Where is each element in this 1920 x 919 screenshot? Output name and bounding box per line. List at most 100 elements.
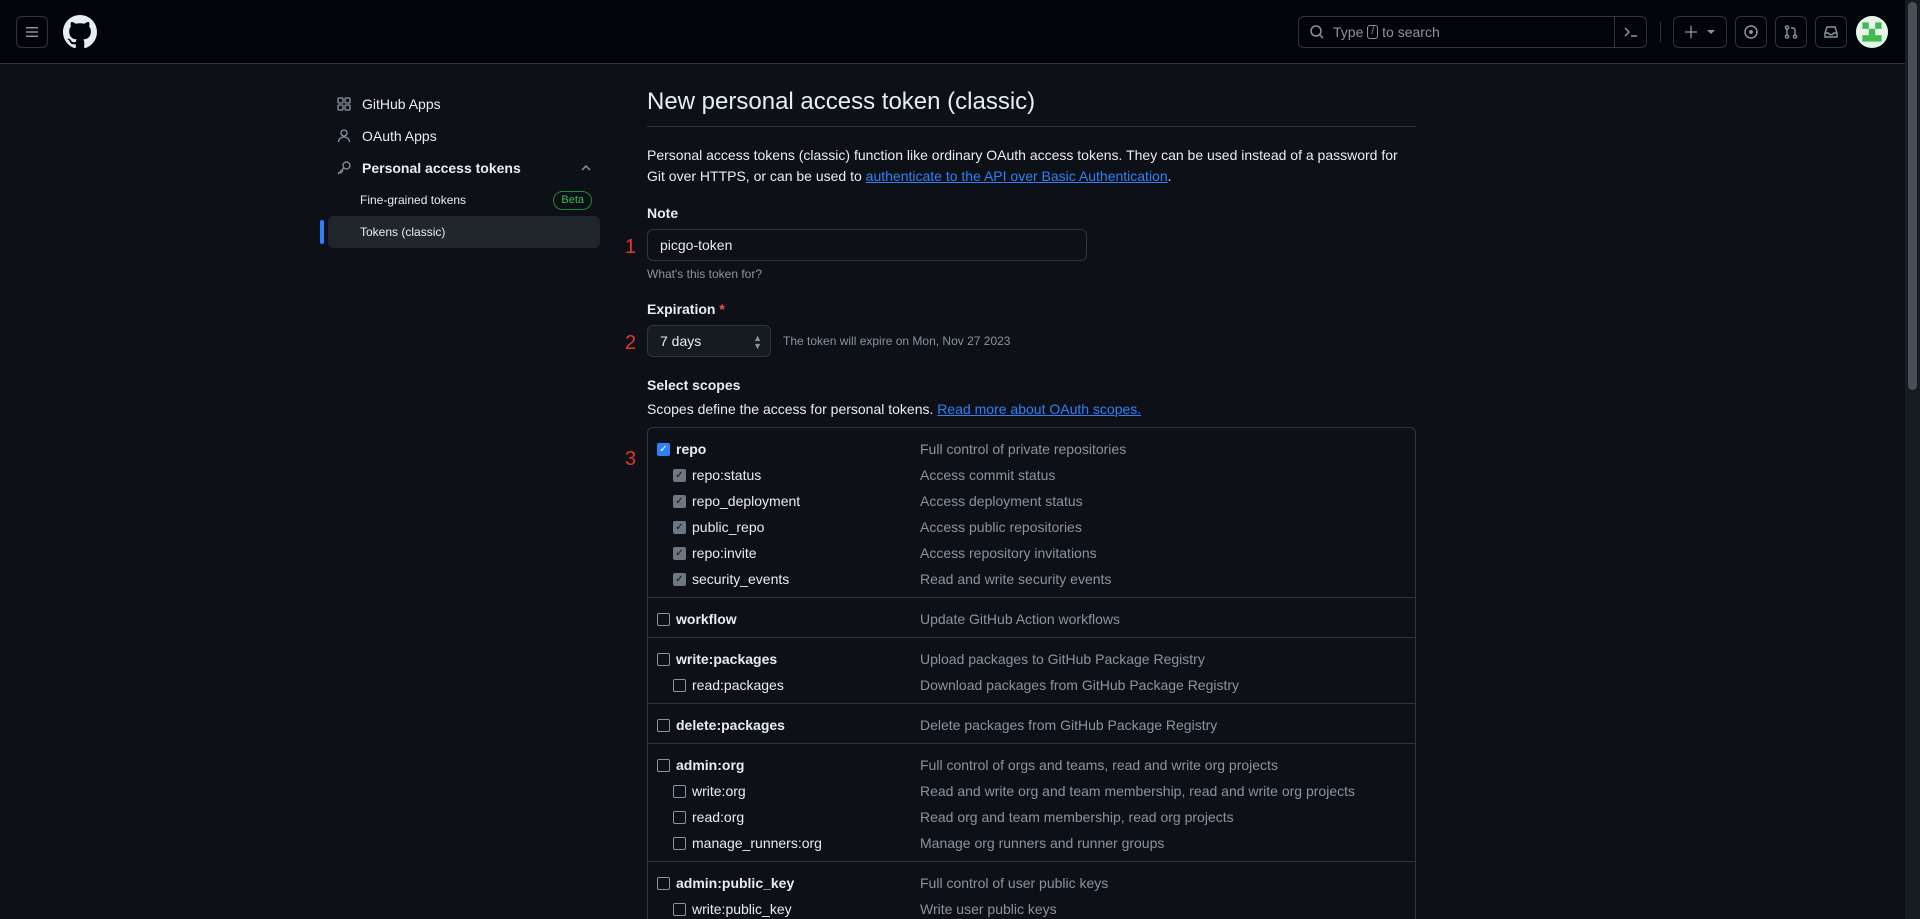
scope-row[interactable]: ✓ repo_deployment Access deployment status — [648, 488, 1415, 514]
search-placeholder-post: to search — [1382, 24, 1440, 40]
scope-checkbox[interactable]: ✓ — [673, 521, 686, 534]
scope-row[interactable]: write:packages Upload packages to GitHub … — [648, 646, 1415, 672]
command-palette-icon[interactable] — [1614, 17, 1646, 47]
scope-row[interactable]: ✓ public_repo Access public repositories — [648, 514, 1415, 540]
scope-checkbox[interactable]: ✓ — [673, 469, 686, 482]
scrollbar-thumb[interactable] — [1908, 2, 1917, 390]
chevron-up-icon[interactable] — [580, 161, 592, 177]
plus-icon — [1684, 25, 1698, 39]
active-indicator — [320, 220, 324, 244]
scope-row[interactable]: manage_runners:org Manage org runners and… — [648, 830, 1415, 856]
sidebar-subitem-label: Fine-grained tokens — [360, 193, 467, 207]
annotation-number-3: 3 — [625, 448, 637, 470]
scope-group: ✓ repo Full control of private repositorie… — [648, 428, 1415, 598]
page-scrollbar[interactable] — [1905, 0, 1920, 919]
search-placeholder-pre: Type — [1333, 24, 1364, 40]
scope-name: delete:packages — [676, 717, 785, 733]
inbox-icon[interactable] — [1815, 16, 1847, 48]
search-input[interactable]: Type / to search — [1298, 16, 1647, 48]
expiration-select[interactable]: 7 days ▲ ▼ — [647, 325, 771, 357]
scope-checkbox[interactable]: ✓ — [673, 547, 686, 560]
scopes-desc-text: Scopes define the access for personal to… — [647, 401, 938, 417]
scope-group: workflow Update GitHub Action workflows — [648, 598, 1415, 638]
scope-checkbox[interactable] — [657, 719, 670, 732]
search-slash-key: / — [1367, 25, 1379, 39]
scope-checkbox[interactable] — [673, 785, 686, 798]
scope-checkbox[interactable]: ✓ — [657, 443, 670, 456]
intro-end: . — [1167, 168, 1172, 184]
basic-auth-link[interactable]: authenticate to the API over Basic Authe… — [866, 168, 1168, 184]
scope-name: workflow — [676, 611, 737, 627]
scope-checkbox[interactable] — [657, 877, 670, 890]
scope-description: Full control of orgs and teams, read and… — [920, 757, 1278, 773]
scope-name: repo:invite — [692, 545, 757, 561]
scopes-description: Scopes define the access for personal to… — [647, 401, 1416, 417]
scope-row[interactable]: ✓ security_events Read and write security … — [648, 566, 1415, 592]
scope-row[interactable]: admin:org Full control of orgs and teams,… — [648, 752, 1415, 778]
scope-name: security_events — [692, 571, 790, 587]
scope-checkbox[interactable] — [657, 759, 670, 772]
scope-description: Access deployment status — [920, 493, 1083, 509]
apps-grid-icon — [336, 96, 352, 112]
page-title: New personal access token (classic) — [647, 88, 1416, 127]
scope-name: admin:org — [676, 757, 745, 773]
sidebar-subitem-fine-grained-tokens[interactable]: Fine-grained tokens Beta — [328, 184, 600, 216]
select-arrows-icon: ▲ ▼ — [753, 333, 762, 351]
scopes-list: ✓ repo Full control of private repositorie… — [647, 427, 1416, 919]
note-field[interactable] — [647, 229, 1087, 261]
scope-description: Access public repositories — [920, 519, 1082, 535]
person-icon — [336, 128, 352, 144]
scope-group: delete:packages Delete packages from GitH… — [648, 704, 1415, 744]
github-logo-icon[interactable] — [63, 15, 97, 49]
sidebar-item-personal-access-tokens[interactable]: Personal access tokens — [328, 152, 600, 184]
scope-checkbox[interactable] — [657, 613, 670, 626]
annotation-number-2: 2 — [625, 332, 637, 354]
scope-name: read:packages — [692, 677, 784, 693]
scope-row[interactable]: read:packages Download packages from GitH… — [648, 672, 1415, 698]
scope-name: write:org — [692, 783, 746, 799]
create-new-button[interactable] — [1673, 16, 1727, 48]
scope-row[interactable]: write:org Read and write org and team mem… — [648, 778, 1415, 804]
scope-name: write:public_key — [692, 901, 792, 917]
scope-description: Access commit status — [920, 467, 1056, 483]
scope-row[interactable]: delete:packages Delete packages from GitH… — [648, 712, 1415, 738]
main-content: New personal access token (classic) Pers… — [647, 88, 1416, 919]
oauth-scopes-link[interactable]: Read more about OAuth scopes. — [937, 401, 1141, 417]
sidebar-subitem-tokens-classic[interactable]: Tokens (classic) — [320, 216, 600, 248]
scope-row[interactable]: ✓ repo:status Access commit status — [648, 462, 1415, 488]
pull-requests-icon[interactable] — [1775, 16, 1807, 48]
scope-checkbox[interactable] — [657, 653, 670, 666]
key-icon — [336, 160, 352, 176]
scope-description: Write user public keys — [920, 901, 1057, 917]
scope-row[interactable]: ✓ repo Full control of private repositorie… — [648, 436, 1415, 462]
scope-checkbox[interactable]: ✓ — [673, 573, 686, 586]
chevron-down-icon — [1706, 27, 1716, 37]
scope-row[interactable]: write:public_key Write user public keys — [648, 896, 1415, 919]
scope-name: repo:status — [692, 467, 762, 483]
scope-row[interactable]: ✓ repo:invite Access repository invitation… — [648, 540, 1415, 566]
issues-icon[interactable] — [1735, 16, 1767, 48]
sidebar-item-github-apps[interactable]: GitHub Apps — [328, 88, 600, 120]
scope-checkbox[interactable] — [673, 837, 686, 850]
hamburger-menu-icon[interactable] — [16, 16, 48, 48]
scope-name: public_repo — [692, 519, 765, 535]
scope-name: write:packages — [676, 651, 778, 667]
scope-description: Download packages from GitHub Package Re… — [920, 677, 1240, 693]
sidebar-subitem-label: Tokens (classic) — [360, 225, 446, 239]
scope-row[interactable]: admin:public_key Full control of user pub… — [648, 870, 1415, 896]
sidebar-item-label: OAuth Apps — [362, 128, 437, 144]
scope-description: Delete packages from GitHub Package Regi… — [920, 717, 1218, 733]
scope-description: Read org and team membership, read org p… — [920, 809, 1234, 825]
select-scopes-label: Select scopes — [647, 377, 741, 393]
note-hint: What's this token for? — [647, 267, 763, 281]
scope-row[interactable]: workflow Update GitHub Action workflows — [648, 606, 1415, 632]
header-divider — [1660, 22, 1661, 42]
scope-row[interactable]: read:org Read org and team membership, re… — [648, 804, 1415, 830]
scope-checkbox[interactable] — [673, 811, 686, 824]
beta-badge: Beta — [553, 191, 592, 210]
sidebar-item-oauth-apps[interactable]: OAuth Apps — [328, 120, 600, 152]
scope-checkbox[interactable] — [673, 679, 686, 692]
scope-checkbox[interactable] — [673, 903, 686, 916]
avatar[interactable] — [1856, 16, 1888, 48]
scope-checkbox[interactable]: ✓ — [673, 495, 686, 508]
